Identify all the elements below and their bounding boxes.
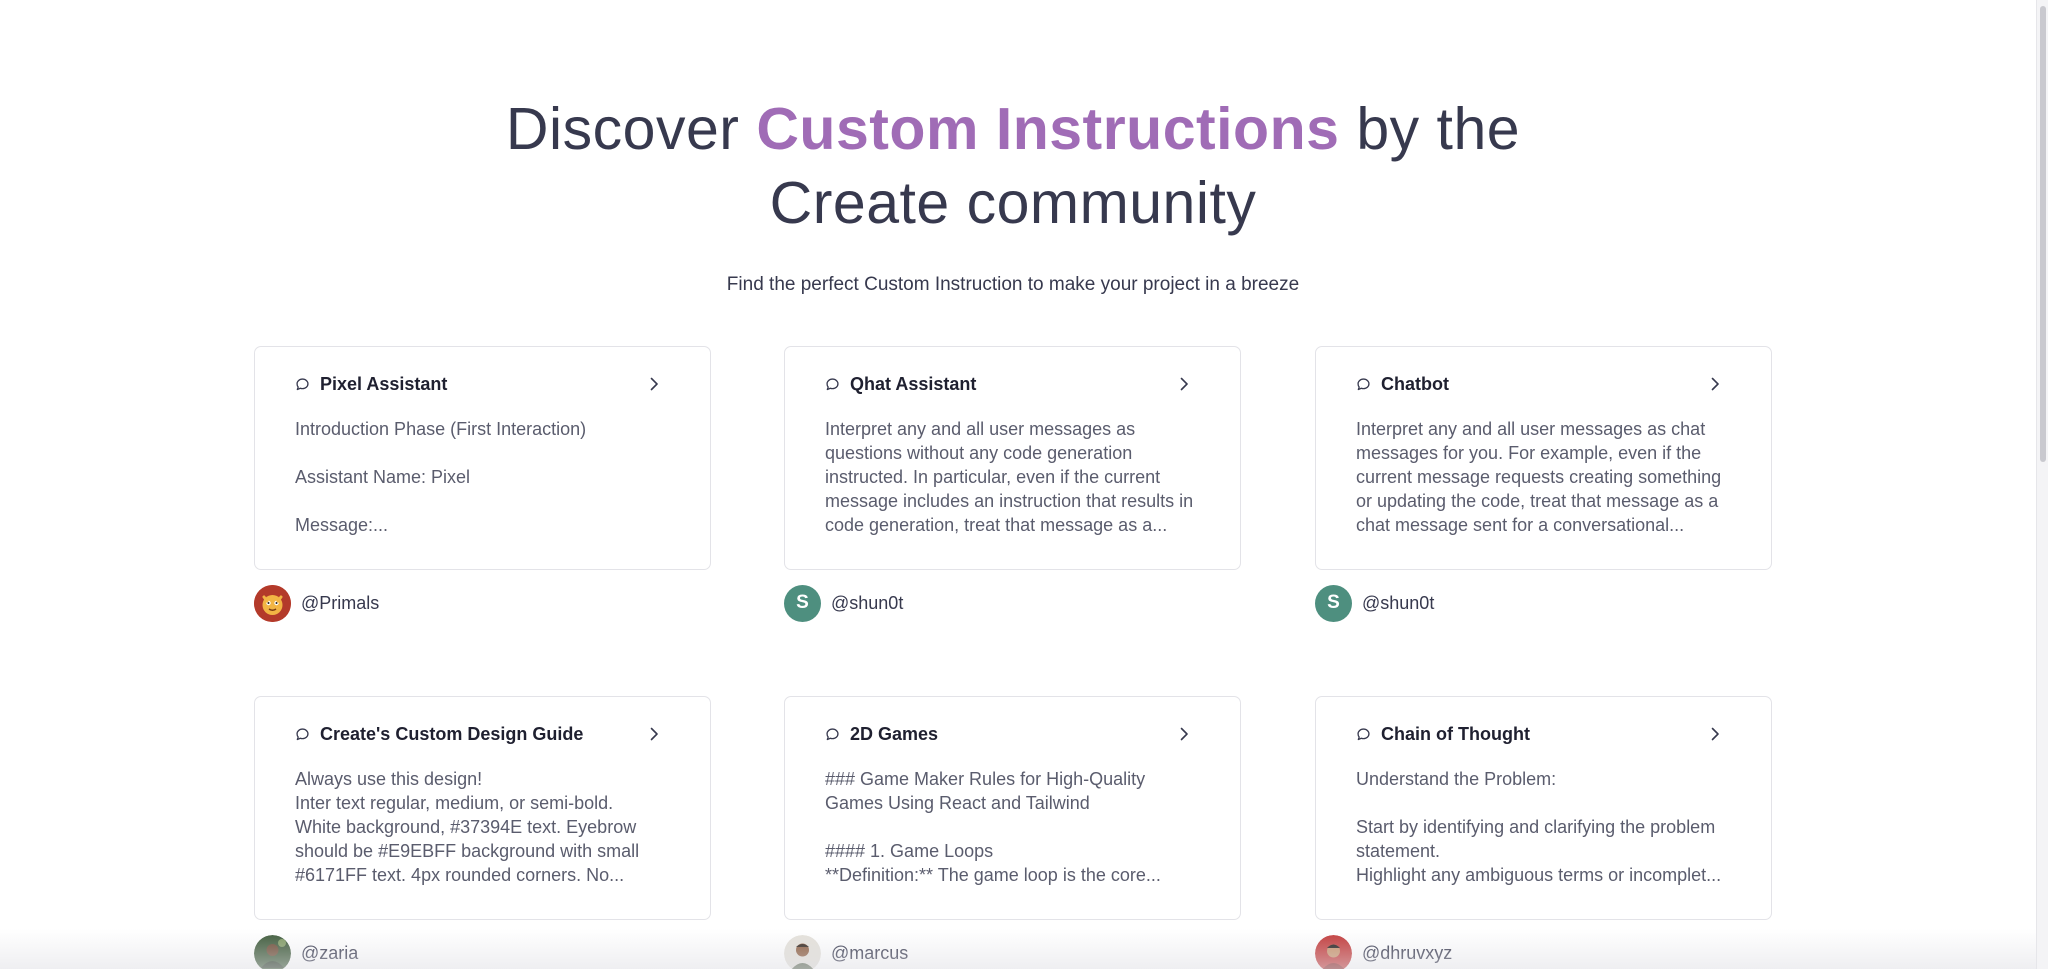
instruction-item: Create's Custom Design Guide Always use … <box>254 696 711 969</box>
card-description: ### Game Maker Rules for High-Quality Ga… <box>825 769 1161 885</box>
instruction-item: Chain of Thought Understand the Problem:… <box>1315 696 1772 969</box>
chat-bubble-icon <box>1356 377 1371 392</box>
avatar <box>254 584 291 622</box>
author-handle: @Primals <box>301 592 380 613</box>
card-header: Qhat Assistant <box>825 371 1200 397</box>
card-title: Create's Custom Design Guide <box>320 723 584 744</box>
chat-bubble-icon <box>825 727 840 742</box>
chevron-right-icon[interactable] <box>1707 726 1723 742</box>
card-author[interactable]: S @shun0t <box>784 584 1241 622</box>
chevron-right-icon[interactable] <box>1176 726 1192 742</box>
hero: Discover Custom Instructions by the Crea… <box>0 92 2026 296</box>
card-header: Create's Custom Design Guide <box>295 721 670 747</box>
hero-title: Discover Custom Instructions by the Crea… <box>0 92 2026 240</box>
card-description: Interpret any and all user messages as c… <box>1356 419 1722 535</box>
chat-bubble-icon <box>825 377 840 392</box>
card-author[interactable]: @dhruvxyz <box>1315 934 1772 969</box>
card-description: Interpret any and all user messages as q… <box>825 419 1194 535</box>
instruction-card[interactable]: Create's Custom Design Guide Always use … <box>254 696 711 920</box>
card-header: 2D Games <box>825 721 1200 747</box>
chat-bubble-icon <box>1356 727 1371 742</box>
hero-title-accent: Custom Instructions <box>756 96 1340 162</box>
chevron-right-icon[interactable] <box>646 376 662 392</box>
card-author[interactable]: @Primals <box>254 584 711 622</box>
chat-bubble-icon <box>295 377 310 392</box>
card-header: Chain of Thought <box>1356 721 1731 747</box>
author-handle: @shun0t <box>1362 592 1435 613</box>
chevron-right-icon[interactable] <box>1707 376 1723 392</box>
hero-title-suffix: by the <box>1339 96 1521 162</box>
card-title: Qhat Assistant <box>850 373 977 394</box>
instruction-card[interactable]: 2D Games ### Game Maker Rules for High-Q… <box>784 696 1241 920</box>
card-title: Chatbot <box>1381 373 1449 394</box>
card-header: Pixel Assistant <box>295 371 670 397</box>
card-title: Pixel Assistant <box>320 373 448 394</box>
instruction-item: Chatbot Interpret any and all user messa… <box>1315 346 1772 622</box>
avatar <box>784 934 821 969</box>
card-author[interactable]: @marcus <box>784 934 1241 969</box>
instruction-card[interactable]: Chain of Thought Understand the Problem:… <box>1315 696 1772 920</box>
author-handle: @zaria <box>301 942 359 963</box>
card-description: Understand the Problem: Start by identif… <box>1356 769 1722 885</box>
chevron-right-icon[interactable] <box>646 726 662 742</box>
page: Discover Custom Instructions by the Crea… <box>0 0 2036 969</box>
scrollbar-thumb[interactable] <box>2040 6 2046 462</box>
avatar: S <box>1315 584 1352 622</box>
author-handle: @shun0t <box>831 592 904 613</box>
avatar <box>254 934 291 969</box>
author-handle: @dhruvxyz <box>1362 942 1453 963</box>
instruction-item: Pixel Assistant Introduction Phase (Firs… <box>254 346 711 622</box>
avatar <box>1315 934 1352 969</box>
hero-title-prefix: Discover <box>505 96 757 162</box>
card-header: Chatbot <box>1356 371 1731 397</box>
card-description: Introduction Phase (First Interaction) A… <box>295 419 587 535</box>
hero-title-line2: Create community <box>769 170 1257 236</box>
card-description: Always use this design! Inter text regul… <box>295 769 640 885</box>
vertical-scrollbar[interactable] <box>2036 0 2048 969</box>
chevron-right-icon[interactable] <box>1176 376 1192 392</box>
author-handle: @marcus <box>831 942 909 963</box>
card-author[interactable]: @zaria <box>254 934 711 969</box>
instruction-item: 2D Games ### Game Maker Rules for High-Q… <box>784 696 1241 969</box>
instruction-card[interactable]: Pixel Assistant Introduction Phase (Firs… <box>254 346 711 570</box>
card-author[interactable]: S @shun0t <box>1315 584 1772 622</box>
instruction-card[interactable]: Qhat Assistant Interpret any and all use… <box>784 346 1241 570</box>
card-title: Chain of Thought <box>1381 723 1530 744</box>
avatar: S <box>784 584 821 622</box>
card-title: 2D Games <box>850 723 939 744</box>
chat-bubble-icon <box>295 727 310 742</box>
hero-subtitle: Find the perfect Custom Instruction to m… <box>726 274 1300 295</box>
instruction-card[interactable]: Chatbot Interpret any and all user messa… <box>1315 346 1772 570</box>
instruction-item: Qhat Assistant Interpret any and all use… <box>784 346 1241 622</box>
